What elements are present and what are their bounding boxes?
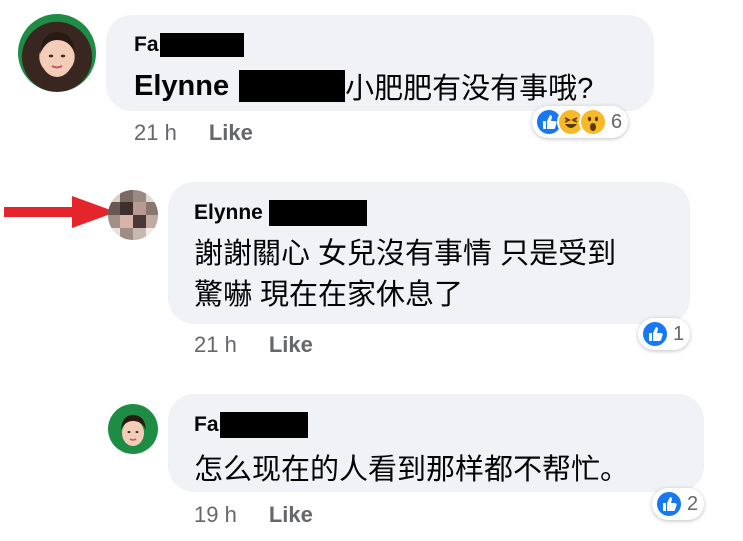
- comment-author[interactable]: Fa: [194, 412, 308, 438]
- wow-reaction-icon: [579, 108, 607, 136]
- author-name[interactable]: Elynne: [194, 201, 263, 225]
- avatar[interactable]: [18, 14, 96, 92]
- reaction-summary[interactable]: 1: [638, 318, 691, 350]
- pixelated-avatar: [108, 190, 158, 240]
- redacted-name: [159, 33, 244, 57]
- comment-meta: 19 h Like: [194, 502, 313, 528]
- redacted-name: [219, 412, 308, 438]
- like-reaction-icon: [641, 320, 669, 348]
- reaction-summary[interactable]: 6: [532, 106, 629, 138]
- comment-body-line: 謝謝關心 女兒沒有事情 只是受到: [194, 238, 617, 270]
- reaction-count: 2: [687, 492, 699, 515]
- comment-text: Elynne 小肥肥有没有事哦?: [134, 65, 593, 107]
- like-button[interactable]: Like: [209, 120, 253, 146]
- comment-meta: 21 h Like: [134, 120, 253, 146]
- reaction-summary[interactable]: 2: [652, 488, 705, 520]
- comment-bubble: Fa Elynne 小肥肥有没有事哦?: [106, 15, 654, 111]
- like-button[interactable]: Like: [269, 502, 313, 528]
- author-name[interactable]: Fa: [134, 33, 159, 57]
- comment-timestamp[interactable]: 19 h: [194, 502, 237, 528]
- red-arrow-annotation: [4, 196, 116, 228]
- reply-bubble: Fa 怎么现在的人看到那样都不帮忙。: [168, 394, 704, 492]
- comment-meta: 21 h Like: [194, 332, 313, 358]
- redacted-name: [268, 200, 367, 226]
- like-button[interactable]: Like: [269, 332, 313, 358]
- comment-body: 怎么现在的人看到那样都不帮忙。: [194, 454, 630, 486]
- comment-body: 小肥肥有没有事哦?: [345, 73, 594, 105]
- like-reaction-icon: [655, 490, 683, 518]
- comment-text: 怎么现在的人看到那样都不帮忙。: [194, 446, 629, 488]
- avatar[interactable]: [108, 190, 158, 240]
- avatar-face: [121, 415, 146, 446]
- redacted-mention: [239, 70, 346, 102]
- comment-author[interactable]: Elynne: [194, 200, 367, 226]
- reply-bubble: Elynne 謝謝關心 女兒沒有事情 只是受到 驚嚇 現在在家休息了: [168, 182, 690, 324]
- comment-author[interactable]: Fa: [134, 33, 244, 57]
- comment-timestamp[interactable]: 21 h: [194, 332, 237, 358]
- author-name[interactable]: Fa: [194, 413, 219, 437]
- comment-timestamp[interactable]: 21 h: [134, 120, 177, 146]
- avatar-face: [40, 32, 75, 77]
- reaction-count: 6: [611, 110, 623, 133]
- comment-text: 謝謝關心 女兒沒有事情 只是受到 驚嚇 現在在家休息了: [194, 234, 616, 316]
- reaction-count: 1: [673, 322, 685, 345]
- avatar[interactable]: [108, 404, 158, 454]
- mention-link[interactable]: Elynne: [134, 70, 229, 103]
- comment-body-line: 驚嚇 現在在家休息了: [194, 279, 464, 311]
